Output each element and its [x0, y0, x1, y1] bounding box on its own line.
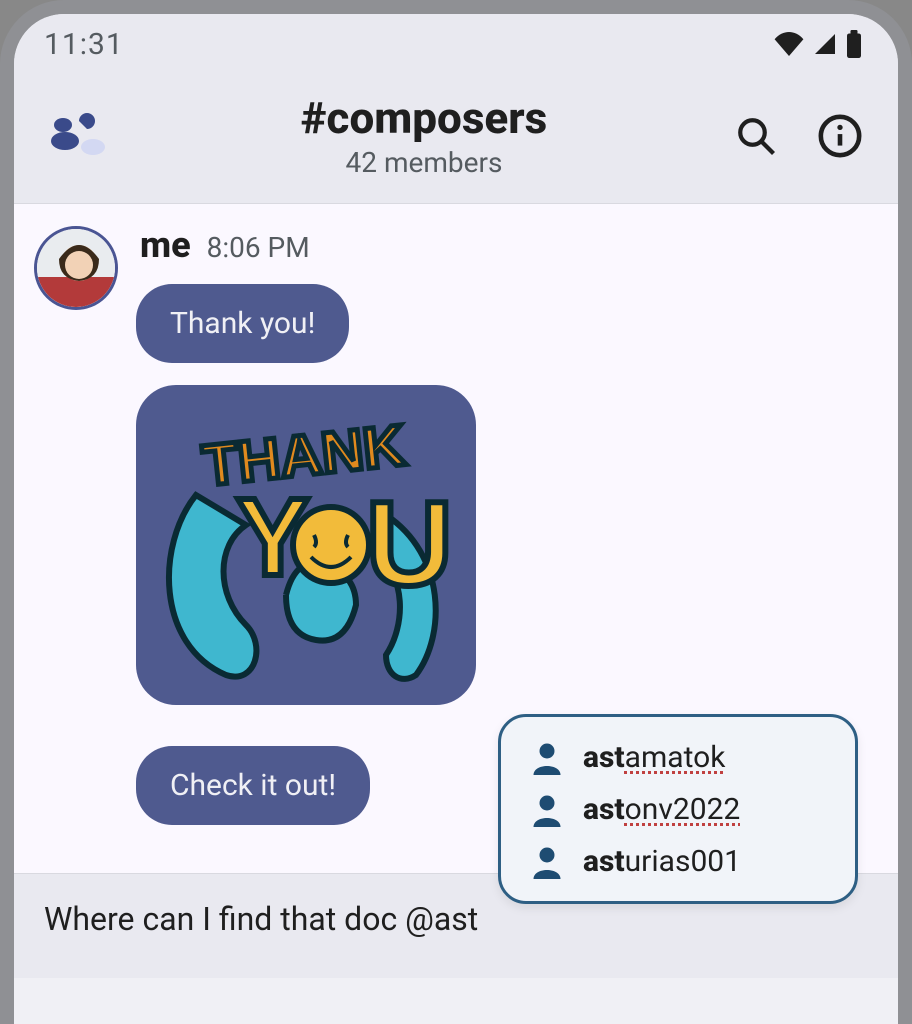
info-icon[interactable]: [814, 110, 866, 162]
status-time: 11:31: [44, 27, 124, 62]
app-bar: #composers 42 members: [14, 74, 898, 204]
message-bubble[interactable]: Check it out!: [136, 746, 370, 825]
mention-suggestion[interactable]: astonv2022: [525, 783, 831, 835]
mention-suggestion[interactable]: asturias001: [525, 835, 831, 887]
message-time: 8:06 PM: [207, 231, 310, 264]
message-bubble[interactable]: Thank you!: [136, 284, 349, 363]
mention-label: astamatok: [583, 740, 725, 775]
mention-label: asturias001: [583, 844, 741, 879]
cell-icon: [812, 32, 838, 56]
channel-name: #composers: [126, 92, 722, 144]
compose-text: Where can I find that doc @ast: [44, 900, 478, 938]
person-icon: [529, 739, 565, 775]
mention-suggestions: astamatok astonv2022 asturias001: [498, 714, 858, 904]
svg-text:U: U: [366, 477, 453, 611]
battery-icon: [846, 30, 862, 58]
search-icon[interactable]: [730, 110, 782, 162]
mention-suggestion[interactable]: astamatok: [525, 731, 831, 783]
mention-label: astonv2022: [583, 792, 740, 827]
device-frame: 11:31 #composers 42 members: [0, 0, 912, 1024]
person-icon: [529, 843, 565, 879]
person-icon: [529, 791, 565, 827]
sticker-thank-you[interactable]: THANK Y U: [136, 385, 476, 705]
status-bar: 11:31: [14, 14, 898, 74]
sender-name: me: [140, 224, 191, 266]
avatar[interactable]: [34, 226, 118, 310]
status-icons: [774, 30, 862, 58]
member-count: 42 members: [126, 146, 722, 179]
wifi-icon: [774, 32, 804, 56]
app-icon[interactable]: [38, 106, 118, 166]
channel-header[interactable]: #composers 42 members: [126, 92, 722, 179]
